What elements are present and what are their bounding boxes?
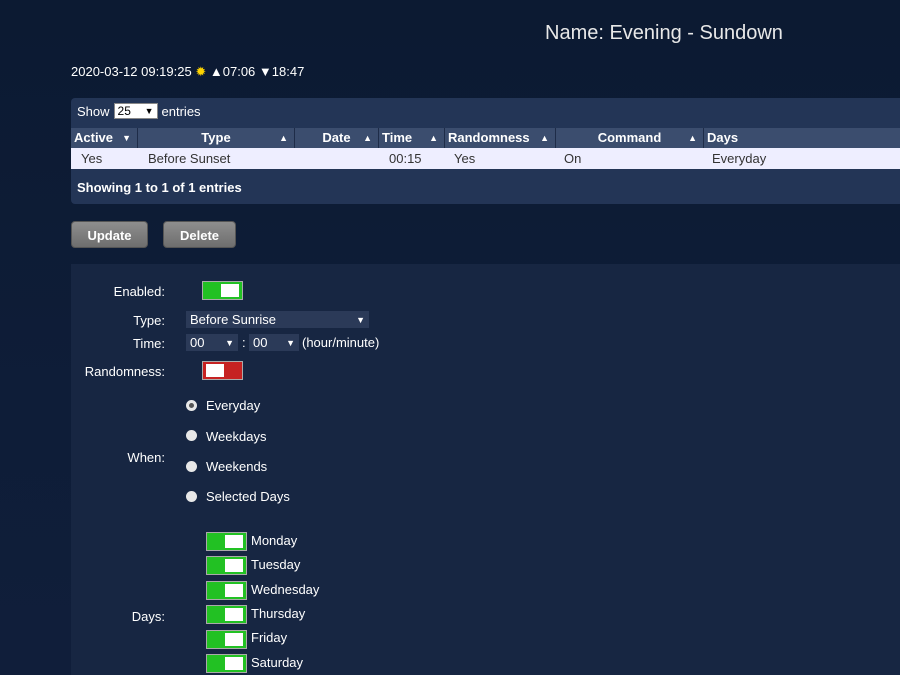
day-toggle-wednesday[interactable] xyxy=(206,581,247,600)
when-everyday-radio[interactable] xyxy=(186,400,197,411)
cell-type: Before Sunset xyxy=(148,151,231,166)
sort-icon: ▲ xyxy=(429,133,438,143)
when-weekends-radio[interactable] xyxy=(186,461,197,472)
toggle-knob xyxy=(221,284,239,297)
hour-select-value: 00 xyxy=(190,335,205,350)
cell-days: Everyday xyxy=(712,151,767,166)
sun-icon: ✹ xyxy=(195,64,207,79)
enabled-label: Enabled: xyxy=(113,284,165,299)
day-label-wednesday: Wednesday xyxy=(251,582,320,597)
cell-randomness: Yes xyxy=(454,151,476,166)
randomness-toggle[interactable] xyxy=(202,361,243,380)
column-header-date[interactable]: Date ▲ xyxy=(295,128,379,148)
when-selected-days-label: Selected Days xyxy=(206,489,290,504)
days-label: Days: xyxy=(131,609,165,624)
column-header-label: Active xyxy=(74,130,114,145)
day-label-friday: Friday xyxy=(251,630,288,645)
chevron-down-icon: ▼ xyxy=(225,337,234,348)
day-toggle-tuesday[interactable] xyxy=(206,556,247,575)
toggle-knob xyxy=(225,559,243,572)
sunset-time: ▼18:47 xyxy=(258,64,305,79)
cell-active: Yes xyxy=(81,151,103,166)
when-everyday-label: Everyday xyxy=(206,398,261,413)
current-datetime: 2020-03-12 09:19:25 xyxy=(71,64,192,79)
column-header-label: Time xyxy=(382,130,413,145)
hour-select[interactable]: 00 ▼ xyxy=(186,334,238,351)
toggle-knob xyxy=(206,364,224,377)
sort-icon: ▲ xyxy=(540,133,549,143)
table-info: Showing 1 to 1 of 1 entries xyxy=(77,180,242,195)
toggle-knob xyxy=(225,657,243,670)
column-header-active[interactable]: Active ▼ xyxy=(71,128,138,148)
day-toggle-saturday[interactable] xyxy=(206,654,247,673)
page: Name: Evening - Sundown 2020-03-12 09:19… xyxy=(0,0,900,675)
entries-per-page-value: 25 xyxy=(117,104,131,118)
show-label: Show xyxy=(77,103,110,119)
toggle-knob xyxy=(225,633,243,646)
column-header-label: Command xyxy=(597,130,662,145)
chevron-down-icon: ▼ xyxy=(356,314,365,325)
toggle-knob xyxy=(225,584,243,597)
cell-time: 00:15 xyxy=(389,151,422,166)
update-button[interactable]: Update xyxy=(71,221,148,248)
type-select[interactable]: Before Sunrise ▼ xyxy=(186,311,369,328)
randomness-label: Randomness: xyxy=(84,364,165,379)
sunrise-time: ▲07:06 xyxy=(209,64,256,79)
column-header-label: Type xyxy=(201,130,231,145)
column-header-days[interactable]: Days xyxy=(704,128,900,148)
column-header-time[interactable]: Time ▲ xyxy=(379,128,445,148)
delete-button[interactable]: Delete xyxy=(163,221,236,248)
chevron-down-icon: ▼ xyxy=(286,337,295,348)
time-hint: (hour/minute) xyxy=(302,335,380,350)
time-separator: : xyxy=(242,335,246,350)
enabled-toggle[interactable] xyxy=(202,281,243,300)
status-line: 2020-03-12 09:19:25 ✹ ▲07:06 ▼18:47 xyxy=(71,64,304,80)
toggle-knob xyxy=(225,535,243,548)
column-header-label: Date xyxy=(322,130,351,145)
minute-select-value: 00 xyxy=(253,335,268,350)
sort-icon: ▲ xyxy=(363,133,372,143)
sort-icon: ▲ xyxy=(688,133,697,143)
day-label-monday: Monday xyxy=(251,533,298,548)
time-label: Time: xyxy=(132,336,165,351)
page-title: Name: Evening - Sundown xyxy=(545,22,783,44)
table-row[interactable]: Yes Before Sunset 00:15 Yes On Everyday xyxy=(71,148,900,169)
when-label: When: xyxy=(127,450,165,465)
type-label: Type: xyxy=(133,313,165,328)
column-header-command[interactable]: Command ▲ xyxy=(556,128,704,148)
cell-command: On xyxy=(564,151,582,166)
day-label-saturday: Saturday xyxy=(251,655,304,670)
when-weekends-label: Weekends xyxy=(206,459,268,474)
column-header-type[interactable]: Type ▲ xyxy=(138,128,295,148)
day-toggle-friday[interactable] xyxy=(206,630,247,649)
day-toggle-monday[interactable] xyxy=(206,532,247,551)
cell-date xyxy=(295,148,379,169)
timer-form: Enabled: Type: Before Sunrise ▼ Time: 00… xyxy=(71,264,900,675)
column-header-label: Days xyxy=(707,130,739,145)
when-selected-days-radio[interactable] xyxy=(186,491,197,502)
timers-table: Show 25 ▼ entries Active ▼ Type ▲ Date ▲… xyxy=(71,98,900,204)
table-header: Active ▼ Type ▲ Date ▲ Time ▲ Randomness… xyxy=(71,128,900,148)
when-weekdays-label: Weekdays xyxy=(206,429,267,444)
day-toggle-thursday[interactable] xyxy=(206,605,247,624)
when-weekdays-radio[interactable] xyxy=(186,430,197,441)
chevron-down-icon: ▼ xyxy=(144,106,154,116)
toggle-knob xyxy=(225,608,243,621)
entries-label: entries xyxy=(161,103,201,119)
day-label-thursday: Thursday xyxy=(251,606,306,621)
minute-select[interactable]: 00 ▼ xyxy=(249,334,299,351)
type-select-value: Before Sunrise xyxy=(190,312,276,327)
entries-per-page-select[interactable]: 25 ▼ xyxy=(113,103,158,119)
day-label-tuesday: Tuesday xyxy=(251,557,301,572)
sort-desc-icon: ▼ xyxy=(122,133,131,143)
sort-icon: ▲ xyxy=(279,133,288,143)
column-header-randomness[interactable]: Randomness ▲ xyxy=(445,128,556,148)
column-header-label: Randomness xyxy=(448,130,530,145)
table-length-control: Show 25 ▼ entries xyxy=(77,103,201,119)
